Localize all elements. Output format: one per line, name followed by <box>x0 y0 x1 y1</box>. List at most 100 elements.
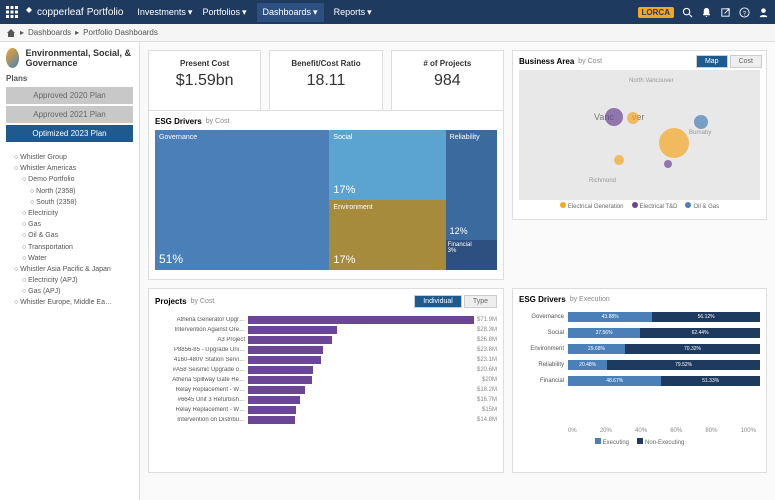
tree-item[interactable]: ○ Demo Portfolio <box>6 174 133 185</box>
brand-logo[interactable]: copperleaf Portfolio <box>24 7 123 18</box>
help-icon[interactable]: ? <box>739 7 750 18</box>
treemap-cell-governance[interactable]: Governance51% <box>155 130 329 270</box>
leaf-icon <box>24 7 34 17</box>
nav-investments[interactable]: Investments ▾ <box>137 3 192 22</box>
user-badge[interactable]: LORCA <box>638 7 674 18</box>
svg-text:?: ? <box>743 10 747 17</box>
tree-item[interactable]: ○ Water <box>6 253 133 264</box>
panel-subtitle: by Execution <box>570 296 610 303</box>
breadcrumb-item[interactable]: Portfolio Dashboards <box>83 28 158 37</box>
stacked-bar-row[interactable]: Social37.56%62.44% <box>519 328 760 338</box>
tree-item[interactable]: ○ Whistler Europe, Middle Ea… <box>6 297 133 308</box>
panel-title: Business Area <box>519 57 574 66</box>
dashboard-globe-icon <box>6 48 19 68</box>
tree-item[interactable]: ○ Transportation <box>6 242 133 253</box>
map-bubble[interactable] <box>659 128 689 158</box>
stacked-bar-row[interactable]: Reliability20.48%79.52% <box>519 360 760 370</box>
map-legend: Electrical GenerationElectrical T&DOil &… <box>519 202 760 210</box>
map-bubble[interactable] <box>664 160 672 168</box>
cost-button[interactable]: Cost <box>730 55 762 68</box>
home-icon[interactable] <box>6 28 16 38</box>
map-button[interactable]: Map <box>696 55 728 68</box>
bell-icon[interactable] <box>701 7 712 18</box>
search-icon[interactable] <box>682 7 693 18</box>
bar-row[interactable]: Athena Spillway Gate Re…$20M <box>155 376 497 384</box>
plan-button[interactable]: Approved 2021 Plan <box>6 106 133 123</box>
tree-item[interactable]: ○ Gas (APJ) <box>6 286 133 297</box>
sidebar: Environmental, Social, & Governance Plan… <box>0 42 140 500</box>
bar-row[interactable]: Relay Replacement - W…$18.2M <box>155 386 497 394</box>
tree-item[interactable]: ○ Oil & Gas <box>6 230 133 241</box>
type-button[interactable]: Type <box>464 295 497 308</box>
tree-item[interactable]: ○ North (2358) <box>6 186 133 197</box>
chevron-down-icon: ▾ <box>367 7 372 18</box>
bar-row[interactable]: A3 Project$26.8M <box>155 336 497 344</box>
top-navbar: copperleaf Portfolio Investments ▾ Portfo… <box>0 0 775 24</box>
tree-item[interactable]: ○ Electricity (APJ) <box>6 275 133 286</box>
projects-bar-chart[interactable]: Athena Generator Upgr…$71.9M Intervention… <box>155 312 497 462</box>
dashboard-title: Environmental, Social, & Governance <box>25 48 133 68</box>
product-text: Portfolio <box>87 7 124 18</box>
kpi-value: 18.11 <box>278 72 373 90</box>
plan-button[interactable]: Optimized 2023 Plan <box>6 125 133 142</box>
apps-grid-icon[interactable] <box>6 6 18 18</box>
map-bubble[interactable] <box>694 115 708 129</box>
kpi-label: Benefit/Cost Ratio <box>278 59 373 68</box>
user-icon[interactable] <box>758 7 769 18</box>
dashboard-content: Present Cost $1.59bn Benefit/Cost Ratio … <box>140 42 775 500</box>
execution-stacked-chart[interactable]: Governance43.88%56.12% Social37.56%62.44%… <box>519 308 760 428</box>
bar-row[interactable]: Intervention on Distribu…$14.8M <box>155 416 497 424</box>
map-bubble[interactable] <box>614 155 624 165</box>
plan-list: Approved 2020 Plan Approved 2021 Plan Opti… <box>6 87 133 144</box>
treemap-cell-environment[interactable]: Environment17% <box>329 200 445 270</box>
nav-reports[interactable]: Reports ▾ <box>334 3 372 22</box>
kpi-value: $1.59bn <box>157 72 252 90</box>
treemap-cell-financial[interactable]: Financial3% <box>446 240 497 270</box>
x-axis: 0%20%40%60%80%100% <box>519 428 760 434</box>
treemap-cell-social[interactable]: Social17% <box>329 130 445 200</box>
panel-subtitle: by Cost <box>206 118 230 125</box>
breadcrumb-sep: ▸ <box>75 28 79 37</box>
panel-title: Projects <box>155 297 187 306</box>
map-canvas[interactable]: North Vancouver Vancver Burnaby Richmond <box>519 70 760 200</box>
tree-item[interactable]: ○ Gas <box>6 219 133 230</box>
kpi-label: Present Cost <box>157 59 252 68</box>
tree-item[interactable]: ○ Whistler Group <box>6 152 133 163</box>
individual-button[interactable]: Individual <box>414 295 462 308</box>
kpi-value: 984 <box>400 72 495 90</box>
nav-portfolios[interactable]: Portfolios ▾ <box>202 3 246 22</box>
plan-button[interactable]: Approved 2020 Plan <box>6 87 133 104</box>
bar-row[interactable]: #A58 Seismic Upgrade o…$20.6M <box>155 366 497 374</box>
tree-item[interactable]: ○ South (2358) <box>6 197 133 208</box>
tree-item[interactable]: ○ Whistler Americas <box>6 163 133 174</box>
bar-row[interactable]: Relay Replacement - W…$15M <box>155 406 497 414</box>
panel-subtitle: by Cost <box>578 58 602 65</box>
bar-row[interactable]: P8856-85 - Upgrade Uni…$23.8M <box>155 346 497 354</box>
stacked-bar-row[interactable]: Governance43.88%56.12% <box>519 312 760 322</box>
business-area-panel: Business Area by Cost Map Cost North Van… <box>512 50 767 220</box>
tree-item[interactable]: ○ Whistler Asia Pacific & Japan <box>6 264 133 275</box>
sidebar-section-label: Plans <box>6 74 133 83</box>
panel-subtitle: by Cost <box>191 298 215 305</box>
breadcrumb-item[interactable]: Dashboards <box>28 28 71 37</box>
tree-item[interactable]: ○ Electricity <box>6 208 133 219</box>
chevron-down-icon: ▾ <box>313 7 318 18</box>
panel-title: ESG Drivers <box>519 295 566 304</box>
bar-row[interactable]: #6645 Unit 3 Refurbish…$16.7M <box>155 396 497 404</box>
panel-title: ESG Drivers <box>155 117 202 126</box>
execution-legend: ExecutingNon-Executing <box>519 438 760 446</box>
stacked-bar-row[interactable]: Environment29.68%70.32% <box>519 344 760 354</box>
treemap-cell-reliability[interactable]: Reliability12% <box>446 130 497 240</box>
nav-dashboards[interactable]: Dashboards ▾ <box>257 3 324 22</box>
esg-drivers-cost-panel: ESG Drivers by Cost Governance51% Social… <box>148 110 504 280</box>
external-link-icon[interactable] <box>720 7 731 18</box>
bar-row[interactable]: Intervention Against Ore…$28.3M <box>155 326 497 334</box>
projects-panel: Projects by Cost Individual Type Athena … <box>148 288 504 473</box>
treemap-chart[interactable]: Governance51% Social17% Environment17% R… <box>155 130 497 270</box>
bar-row[interactable]: 4160-480V Station Servi…$23.1M <box>155 356 497 364</box>
bar-row[interactable]: Athena Generator Upgr…$71.9M <box>155 316 497 324</box>
map-bubble[interactable] <box>605 108 623 126</box>
stacked-bar-row[interactable]: Financial48.67%51.33% <box>519 376 760 386</box>
map-bubble[interactable] <box>627 112 639 124</box>
breadcrumb-sep: ▸ <box>20 28 24 37</box>
